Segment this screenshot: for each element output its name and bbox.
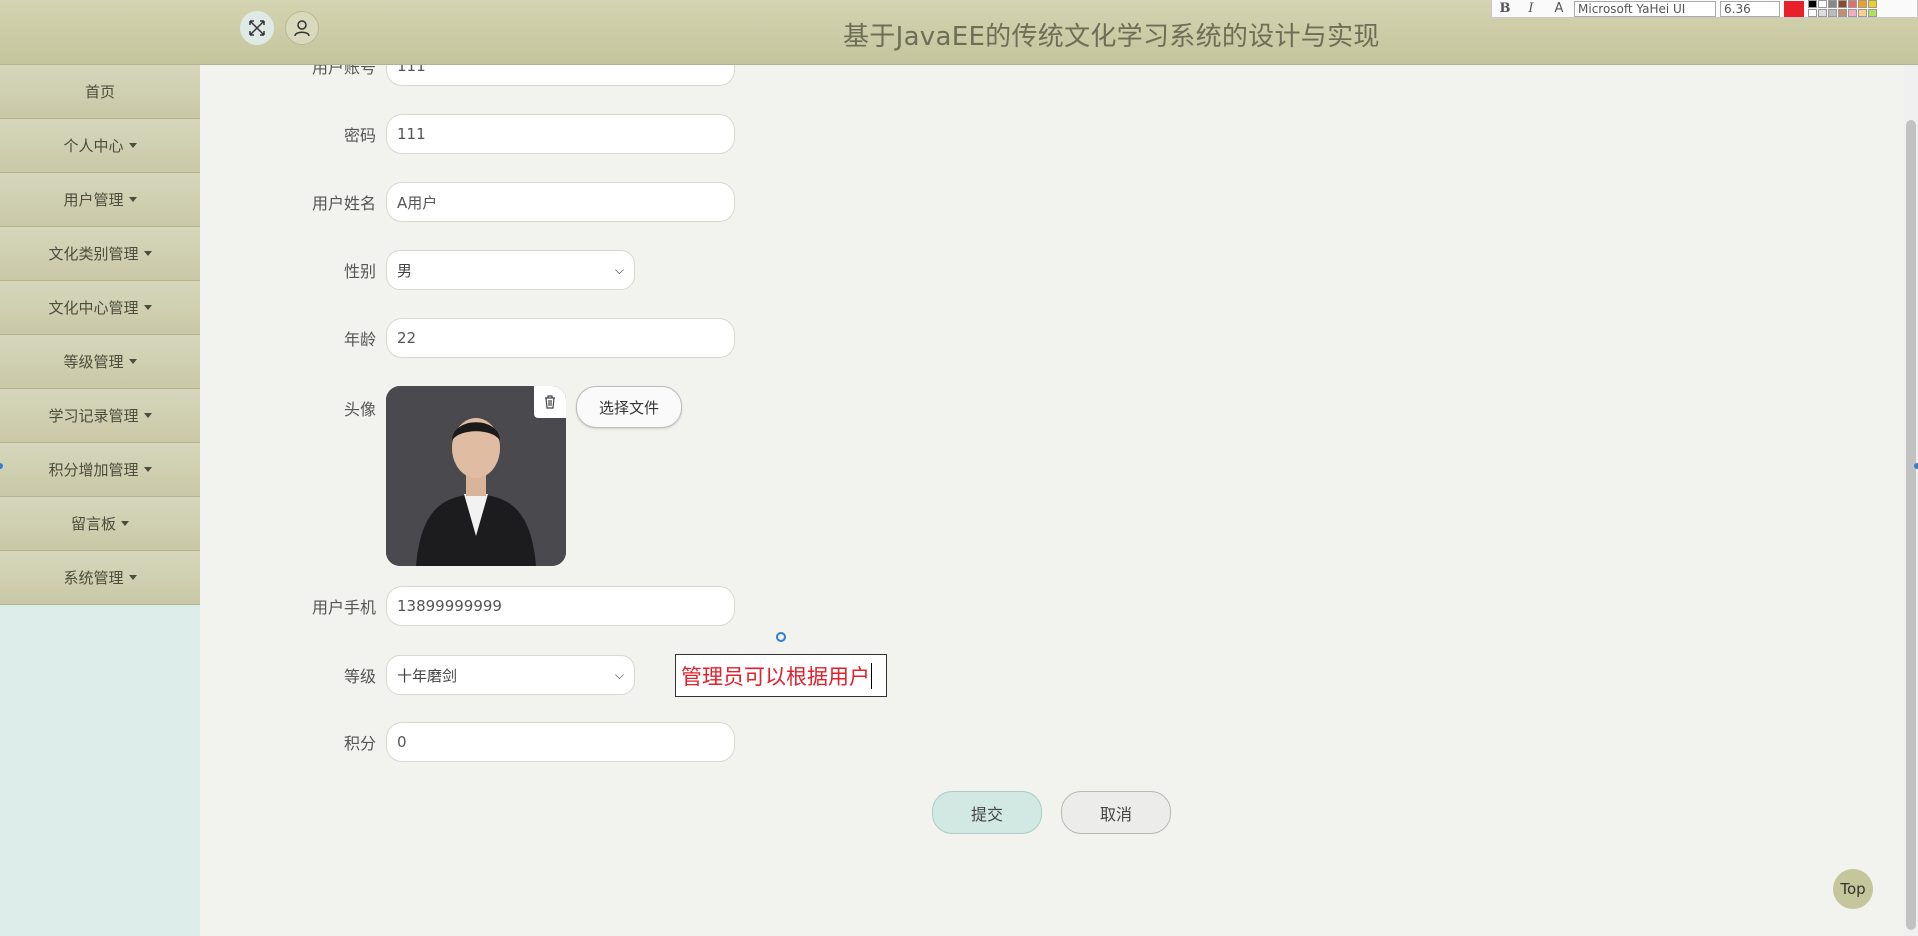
caret-down-icon (143, 305, 152, 310)
field-label: 积分 (343, 734, 376, 753)
gender-select[interactable]: 男 ⌵ (386, 250, 635, 290)
submit-button[interactable]: 提交 (932, 791, 1042, 834)
caret-down-icon (143, 413, 152, 418)
user-button[interactable] (285, 11, 319, 45)
font-size-select[interactable]: 6.36 (1720, 0, 1780, 17)
field-label: 年龄 (343, 330, 376, 349)
trash-icon (545, 395, 555, 409)
color-palette[interactable] (1808, 0, 1877, 17)
fullscreen-button[interactable] (240, 11, 274, 45)
caret-down-icon (128, 359, 137, 364)
page-title: 基于JavaEE的传统文化学习系统的设计与实现 (843, 22, 1380, 52)
font-style-icon[interactable]: A (1544, 1, 1574, 16)
delete-avatar-button[interactable] (534, 386, 566, 418)
sidebar-item-level-management[interactable]: 等级管理 (0, 335, 200, 389)
age-input[interactable]: 22 (386, 318, 735, 358)
points-input[interactable]: 0 (386, 722, 735, 762)
form-row-phone: 用户手机 13899999999 (300, 586, 760, 626)
sidebar-item-message-board[interactable]: 留言板 (0, 497, 200, 551)
form-row-name: 用户姓名 A用户 (300, 182, 760, 222)
field-label: 等级 (343, 667, 376, 686)
sidebar-item-culture-center[interactable]: 文化中心管理 (0, 281, 200, 335)
form-row-password: 密码 111 (300, 114, 760, 154)
text-cursor (871, 662, 872, 689)
text-editor-toolbar: B I A Microsoft YaHei UI 6.36 (1491, 0, 1918, 18)
bold-button[interactable]: B (1492, 1, 1518, 16)
italic-button[interactable]: I (1518, 1, 1544, 16)
chevron-down-icon: ⌵ (614, 262, 624, 277)
user-icon (294, 20, 310, 37)
chevron-down-icon: ⌵ (614, 667, 624, 682)
field-label: 性别 (343, 262, 376, 281)
caret-down-icon (128, 575, 137, 580)
form-row-avatar: 头像 选择文件 (300, 386, 682, 566)
rotate-handle[interactable] (776, 632, 786, 642)
password-input[interactable]: 111 (386, 114, 735, 154)
sidebar-nav: 首页 个人中心 用户管理 文化类别管理 文化中心管理 等级管理 学习记录管理 积… (0, 65, 200, 936)
right-edge-handle[interactable] (1914, 463, 1918, 469)
sidebar-item-home[interactable]: 首页 (0, 65, 200, 119)
cancel-button[interactable]: 取消 (1061, 791, 1171, 834)
form-row-age: 年龄 22 (300, 318, 760, 358)
field-label: 密码 (343, 126, 376, 145)
back-to-top-button[interactable]: Top (1833, 869, 1873, 909)
sidebar-item-user-management[interactable]: 用户管理 (0, 173, 200, 227)
expand-arrows-icon (249, 20, 265, 36)
sidebar-item-culture-category[interactable]: 文化类别管理 (0, 227, 200, 281)
sidebar-item-study-record[interactable]: 学习记录管理 (0, 389, 200, 443)
caret-down-icon (143, 467, 152, 472)
font-family-select[interactable]: Microsoft YaHei UI (1574, 0, 1716, 17)
field-label: 用户手机 (311, 598, 376, 617)
annotation-textbox[interactable]: 管理员可以根据用户 (675, 654, 887, 697)
sidebar-item-points-increase[interactable]: 积分增加管理 (0, 443, 200, 497)
sidebar-item-system-management[interactable]: 系统管理 (0, 551, 200, 605)
name-input[interactable]: A用户 (386, 182, 735, 222)
caret-down-icon (143, 251, 152, 256)
form-row-gender: 性别 男 ⌵ (300, 250, 760, 290)
level-select[interactable]: 十年磨剑 ⌵ (386, 655, 635, 695)
caret-down-icon (128, 143, 137, 148)
field-label: 用户姓名 (311, 194, 376, 213)
text-color-swatch[interactable] (1784, 0, 1804, 17)
phone-input[interactable]: 13899999999 (386, 586, 735, 626)
field-label: 头像 (343, 400, 376, 419)
scrollbar-thumb[interactable] (1906, 120, 1916, 930)
form-row-points: 积分 0 (300, 722, 760, 762)
caret-down-icon (128, 197, 137, 202)
sidebar-item-personal-center[interactable]: 个人中心 (0, 119, 200, 173)
page-scrollbar[interactable] (1904, 65, 1918, 936)
caret-down-icon (121, 521, 129, 526)
avatar-preview (386, 386, 566, 566)
choose-file-button[interactable]: 选择文件 (576, 386, 682, 428)
